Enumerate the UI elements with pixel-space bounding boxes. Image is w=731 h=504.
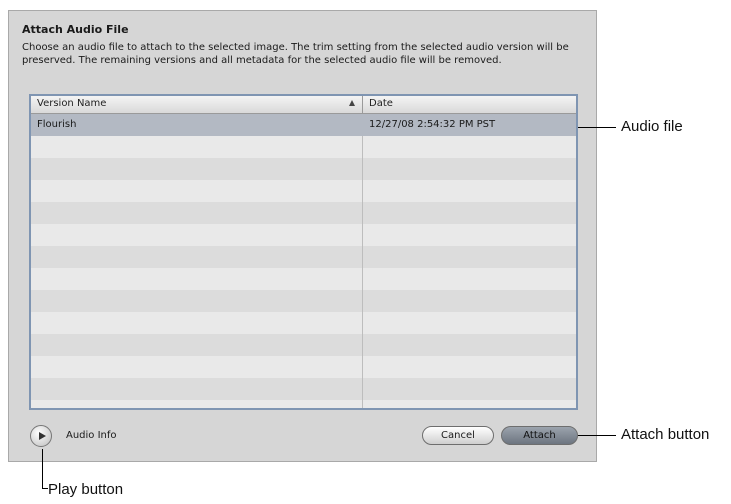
- audio-file-callout: Audio file: [621, 118, 683, 135]
- empty-row: [31, 224, 576, 246]
- dialog-description: Choose an audio file to attach to the se…: [22, 42, 569, 66]
- date-cell: 12/27/08 2:54:32 PM PST: [369, 119, 496, 130]
- attach-button[interactable]: Attach: [501, 426, 578, 445]
- empty-row: [31, 268, 576, 290]
- table-row[interactable]: Flourish 12/27/08 2:54:32 PM PST: [31, 114, 576, 136]
- empty-row: [31, 202, 576, 224]
- play-button[interactable]: [30, 425, 52, 447]
- audio-info-label: Audio Info: [66, 430, 117, 441]
- column-header-date[interactable]: Date: [369, 98, 393, 109]
- table-header: Version Name Date: [31, 96, 576, 114]
- version-name-cell: Flourish: [37, 119, 77, 130]
- play-button-callout-line: [42, 449, 43, 489]
- empty-row: [31, 246, 576, 268]
- empty-row: [31, 180, 576, 202]
- attach-button-callout-line: [578, 435, 616, 436]
- column-header-version-name[interactable]: Version Name: [37, 98, 106, 109]
- column-separator: [362, 136, 363, 408]
- column-divider[interactable]: [362, 96, 363, 113]
- audio-version-table[interactable]: Version Name Date Flourish 12/27/08 2:54…: [29, 94, 578, 410]
- table-body: Flourish 12/27/08 2:54:32 PM PST: [31, 114, 576, 408]
- sort-ascending-icon[interactable]: [349, 100, 355, 106]
- empty-row: [31, 378, 576, 400]
- empty-row: [31, 136, 576, 158]
- play-icon: [39, 432, 46, 440]
- attach-button-callout: Attach button: [621, 426, 710, 443]
- play-button-callout: Play button: [48, 481, 124, 498]
- cancel-button[interactable]: Cancel: [422, 426, 494, 445]
- empty-row: [31, 356, 576, 378]
- empty-row: [31, 312, 576, 334]
- empty-row: [31, 334, 576, 356]
- empty-row: [31, 400, 576, 408]
- dialog-title: Attach Audio File: [22, 23, 129, 36]
- empty-row: [31, 290, 576, 312]
- audio-file-callout-line: [578, 127, 616, 128]
- empty-row: [31, 158, 576, 180]
